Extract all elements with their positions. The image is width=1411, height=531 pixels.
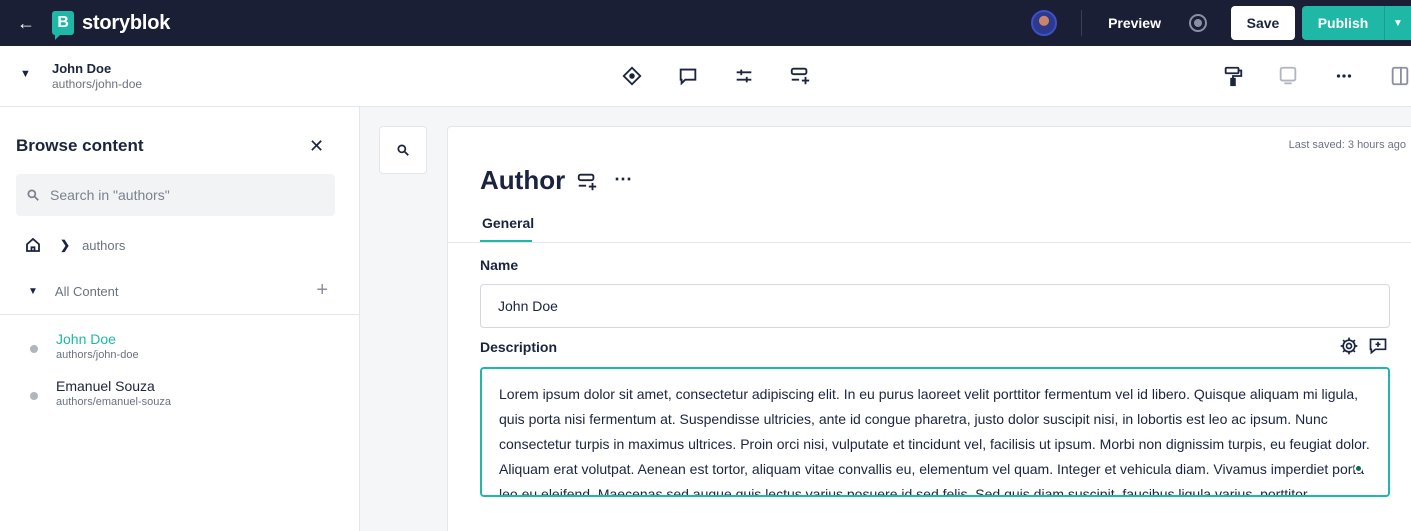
paint-roller-icon[interactable] bbox=[1221, 64, 1245, 88]
close-icon[interactable]: ✕ bbox=[309, 136, 324, 157]
avatar[interactable] bbox=[1031, 10, 1058, 36]
brand-name: storyblok bbox=[82, 11, 171, 34]
preview-button[interactable]: Preview bbox=[1108, 15, 1161, 31]
publish-button[interactable]: Publish bbox=[1302, 6, 1384, 40]
name-label: Name bbox=[480, 257, 519, 273]
add-icon[interactable]: + bbox=[316, 279, 328, 302]
list-item-title: Emanuel Souza bbox=[56, 378, 155, 394]
story-header: ▼ John Doe authors/john-doe bbox=[0, 46, 1411, 107]
tab-general[interactable]: General bbox=[480, 205, 534, 243]
search-input[interactable] bbox=[50, 187, 310, 203]
home-icon[interactable] bbox=[24, 236, 42, 254]
story-slug: authors/john-doe bbox=[52, 77, 143, 91]
top-bar: ← B storyblok Preview Save Publish ▼ bbox=[0, 0, 1411, 46]
list-item-slug: authors/emanuel-souza bbox=[56, 396, 171, 408]
divider bbox=[1081, 10, 1083, 36]
editor-panel: Last saved: 3 hours ago Author ⋯ General… bbox=[447, 126, 1411, 531]
more-icon[interactable]: ⋯ bbox=[614, 169, 633, 190]
description-field[interactable]: Lorem ipsum dolor sit amet, consectetur … bbox=[480, 367, 1390, 497]
chevron-down-icon[interactable]: ▼ bbox=[28, 286, 38, 297]
all-content-label: All Content bbox=[54, 283, 119, 299]
component-title: Author bbox=[480, 165, 566, 195]
device-preview-icon[interactable] bbox=[1276, 64, 1300, 88]
story-title: John Doe bbox=[52, 61, 112, 76]
chevron-right-icon: ❯ bbox=[60, 238, 71, 252]
list-item[interactable]: John Doe authors/john-doe bbox=[30, 331, 330, 367]
sidebar-toggle-icon[interactable] bbox=[1388, 64, 1411, 88]
status-dot bbox=[30, 345, 38, 353]
search-field[interactable] bbox=[16, 174, 335, 216]
component-icon[interactable] bbox=[576, 171, 598, 193]
settings-sliders-icon[interactable] bbox=[732, 64, 756, 88]
search-button[interactable] bbox=[379, 126, 427, 174]
comments-icon[interactable] bbox=[676, 64, 700, 88]
all-content-group[interactable]: ▼ All Content + bbox=[28, 279, 328, 302]
chevron-down-icon[interactable]: ▼ bbox=[20, 68, 31, 80]
search-icon bbox=[27, 189, 39, 201]
list-item-slug: authors/john-doe bbox=[56, 349, 139, 361]
tab-divider bbox=[448, 242, 1411, 243]
entry-icon[interactable] bbox=[620, 64, 644, 88]
storyblok-logo-mark: B bbox=[52, 11, 74, 40]
chevron-down-icon[interactable]: ▼ bbox=[1384, 6, 1411, 40]
name-field[interactable] bbox=[480, 284, 1390, 328]
save-button[interactable]: Save bbox=[1231, 6, 1295, 40]
status-dot bbox=[30, 392, 38, 400]
divider bbox=[0, 314, 359, 315]
components-icon[interactable] bbox=[788, 64, 812, 88]
grammar-check-icon[interactable] bbox=[1354, 464, 1363, 473]
description-label: Description bbox=[480, 339, 558, 355]
search-icon bbox=[397, 144, 409, 156]
last-saved-status: Last saved: 3 hours ago bbox=[1288, 139, 1406, 151]
list-item[interactable]: Emanuel Souza authors/emanuel-souza bbox=[30, 378, 330, 414]
more-icon[interactable] bbox=[1332, 64, 1356, 88]
gear-icon[interactable] bbox=[1339, 336, 1359, 356]
add-comment-icon[interactable] bbox=[1368, 336, 1388, 356]
browse-content-panel: Browse content ✕ ❯ authors ▼ All Content… bbox=[0, 107, 360, 531]
record-icon[interactable] bbox=[1189, 14, 1207, 32]
storyblok-logo[interactable]: B storyblok bbox=[52, 11, 171, 40]
breadcrumb: ❯ authors bbox=[24, 235, 125, 255]
list-item-title: John Doe bbox=[56, 331, 116, 347]
back-arrow-icon[interactable]: ← bbox=[0, 0, 52, 46]
panel-title: Browse content bbox=[16, 136, 144, 155]
breadcrumb-item-authors[interactable]: authors bbox=[82, 238, 125, 253]
